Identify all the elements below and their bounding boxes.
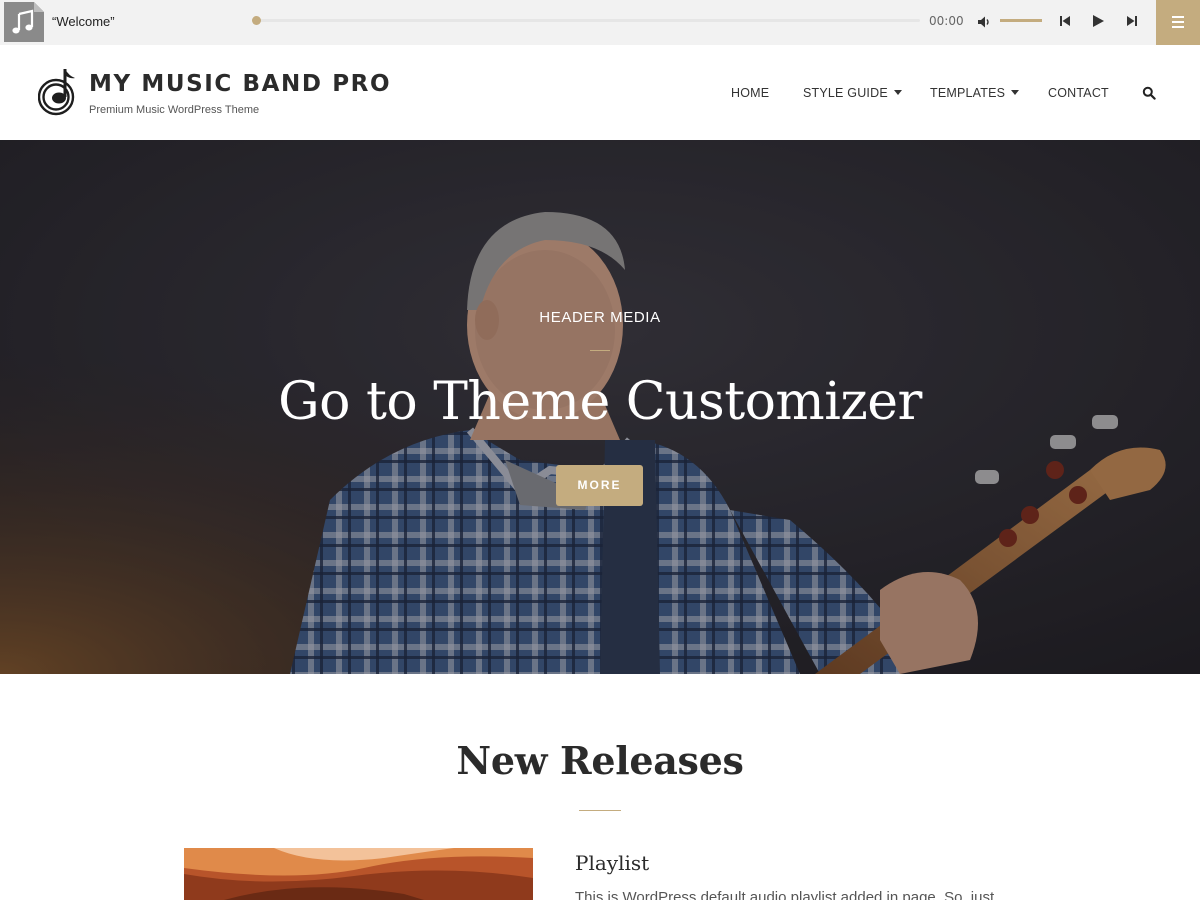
- more-button[interactable]: MORE: [556, 465, 643, 506]
- nav-item-label: CONTACT: [1048, 86, 1109, 100]
- nav-item-label: STYLE GUIDE: [803, 86, 888, 100]
- hamburger-menu-icon: [1172, 16, 1184, 28]
- section-title: New Releases: [456, 738, 744, 783]
- release-thumbnail[interactable]: [184, 848, 533, 900]
- caret-down-icon: [1011, 90, 1020, 95]
- nav-item-home[interactable]: HOME: [731, 86, 769, 100]
- section-divider: [579, 810, 621, 811]
- release-excerpt: This is WordPress default audio playlist…: [575, 889, 995, 900]
- nav-item-label: TEMPLATES: [930, 86, 1006, 100]
- nav-item-label: HOME: [731, 86, 770, 100]
- play-icon[interactable]: [1090, 13, 1106, 29]
- volume-level: [1000, 19, 1042, 22]
- site-description: Premium Music WordPress Theme: [89, 104, 260, 116]
- music-note-icon: [4, 2, 44, 42]
- hero-section: HEADER MEDIA Go to Theme Customizer MORE: [0, 140, 1200, 674]
- release-thumbnail-image: [184, 848, 533, 900]
- nav-item-style-guide[interactable]: STYLE GUIDE: [803, 86, 902, 100]
- search-icon[interactable]: [1142, 86, 1156, 100]
- nav-item-templates[interactable]: TEMPLATES: [930, 86, 1020, 100]
- progress-bar[interactable]: [256, 19, 920, 22]
- menu-toggle-button[interactable]: [1156, 0, 1200, 45]
- volume-slider[interactable]: [1000, 19, 1042, 22]
- hero-title: Go to Theme Customizer: [278, 372, 922, 432]
- caret-down-icon: [893, 90, 902, 95]
- site-header: MY MUSIC BAND PRO Premium Music WordPres…: [0, 45, 1200, 140]
- skip-previous-icon[interactable]: [1057, 13, 1073, 29]
- nav-item-contact[interactable]: CONTACT: [1048, 86, 1109, 100]
- audio-player: “Welcome” 00:00: [0, 0, 1200, 45]
- hero-divider: [590, 350, 610, 351]
- progress-handle[interactable]: [252, 16, 261, 25]
- hero-label: HEADER MEDIA: [539, 309, 661, 326]
- release-title[interactable]: Playlist: [575, 851, 649, 875]
- track-title: “Welcome”: [52, 14, 115, 29]
- time-display: 00:00: [929, 14, 964, 28]
- main-navigation: HOME STYLE GUIDE TEMPLATES CONTACT: [0, 86, 1200, 102]
- volume-icon[interactable]: [976, 14, 992, 30]
- skip-next-icon[interactable]: [1124, 13, 1140, 29]
